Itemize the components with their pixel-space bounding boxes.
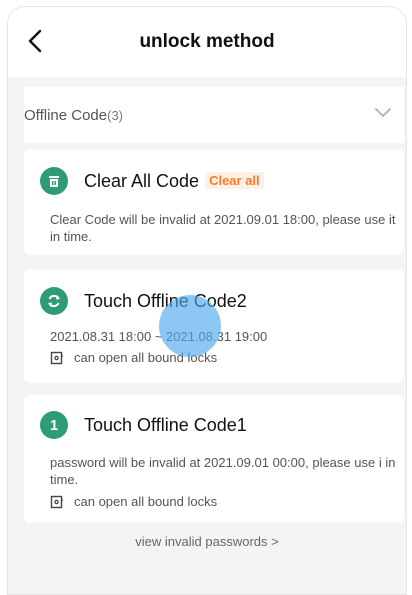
card-title-text: Clear All Code <box>84 171 200 191</box>
trash-icon <box>40 167 68 195</box>
chevron-down-icon[interactable] <box>374 106 392 120</box>
section-label: Offline Code(3) <box>24 107 123 124</box>
offline-code-section[interactable]: Offline Code(3) <box>24 87 404 143</box>
lock-scope-text: can open all bound locks <box>74 494 218 509</box>
header: unlock method <box>8 7 406 77</box>
card-description: Clear Code will be invalid at 2021.09.01… <box>50 212 396 244</box>
card-title: Clear All Code Clear all <box>84 171 264 192</box>
lock-outline-icon <box>50 495 63 508</box>
page-title: unlock method <box>139 31 275 52</box>
number-badge: 1 <box>40 411 68 439</box>
section-count: (3) <box>107 108 123 123</box>
app-frame: unlock method Offline Code(3) Clear All … <box>7 6 407 595</box>
clear-all-code-card[interactable]: Clear All Code Clear all Clear Code will … <box>24 149 404 255</box>
refresh-icon <box>40 287 68 315</box>
lock-scope: can open all bound locks <box>50 494 217 509</box>
card-description: password will be invalid at 2021.09.01 0… <box>50 455 396 487</box>
section-label-text: Offline Code <box>24 107 108 124</box>
clear-all-tag[interactable]: Clear all <box>205 172 264 189</box>
touch-offline-code1-card[interactable]: 1 Touch Offline Code1 password will be i… <box>24 395 404 523</box>
lock-outline-icon <box>50 351 63 364</box>
touch-indicator <box>159 295 221 357</box>
validity-period: 2021.08.31 18:00 ~ 2021.08.31 19:00 <box>50 329 268 344</box>
card-title: Touch Offline Code1 <box>84 415 247 435</box>
view-invalid-passwords-link[interactable]: view invalid passwords > <box>8 534 406 549</box>
